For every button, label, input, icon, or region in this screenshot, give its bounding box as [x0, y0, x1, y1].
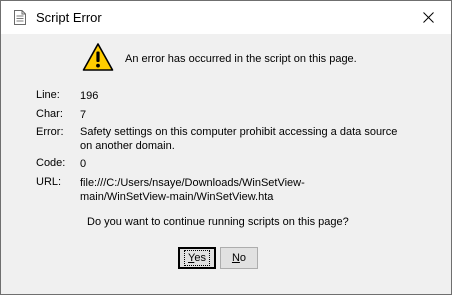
line-value: 196	[80, 90, 99, 102]
char-label: Char:	[36, 108, 63, 120]
yes-button[interactable]: Yes	[178, 247, 216, 269]
error-value-line-2: on another domain.	[80, 140, 175, 152]
continue-question: Do you want to continue running scripts …	[87, 216, 349, 228]
yes-button-label: Yes	[184, 250, 210, 266]
script-error-dialog: Script Error An error has occurred in th…	[0, 0, 452, 295]
line-label: Line:	[36, 89, 60, 101]
close-icon	[422, 12, 434, 23]
error-label: Error:	[36, 126, 64, 138]
error-headline: An error has occurred in the script on t…	[125, 53, 357, 65]
error-value-line-1: Safety settings on this computer prohibi…	[80, 126, 398, 138]
window-title: Script Error	[36, 10, 102, 25]
code-value: 0	[80, 158, 87, 170]
dialog-body: An error has occurred in the script on t…	[1, 34, 451, 294]
url-value-line-1: file:///C:/Users/nsaye/Downloads/WinSetV…	[80, 177, 305, 189]
close-button[interactable]	[405, 1, 451, 34]
url-value-line-2: main/WinSetView-main/WinSetView.hta	[80, 191, 274, 203]
url-label: URL:	[36, 176, 62, 188]
no-button-label: No	[231, 252, 247, 264]
warning-icon	[82, 43, 114, 71]
no-button[interactable]: No	[220, 247, 258, 269]
title-bar: Script Error	[1, 1, 451, 34]
code-label: Code:	[36, 157, 66, 169]
script-document-icon	[14, 10, 26, 25]
char-value: 7	[80, 109, 87, 121]
